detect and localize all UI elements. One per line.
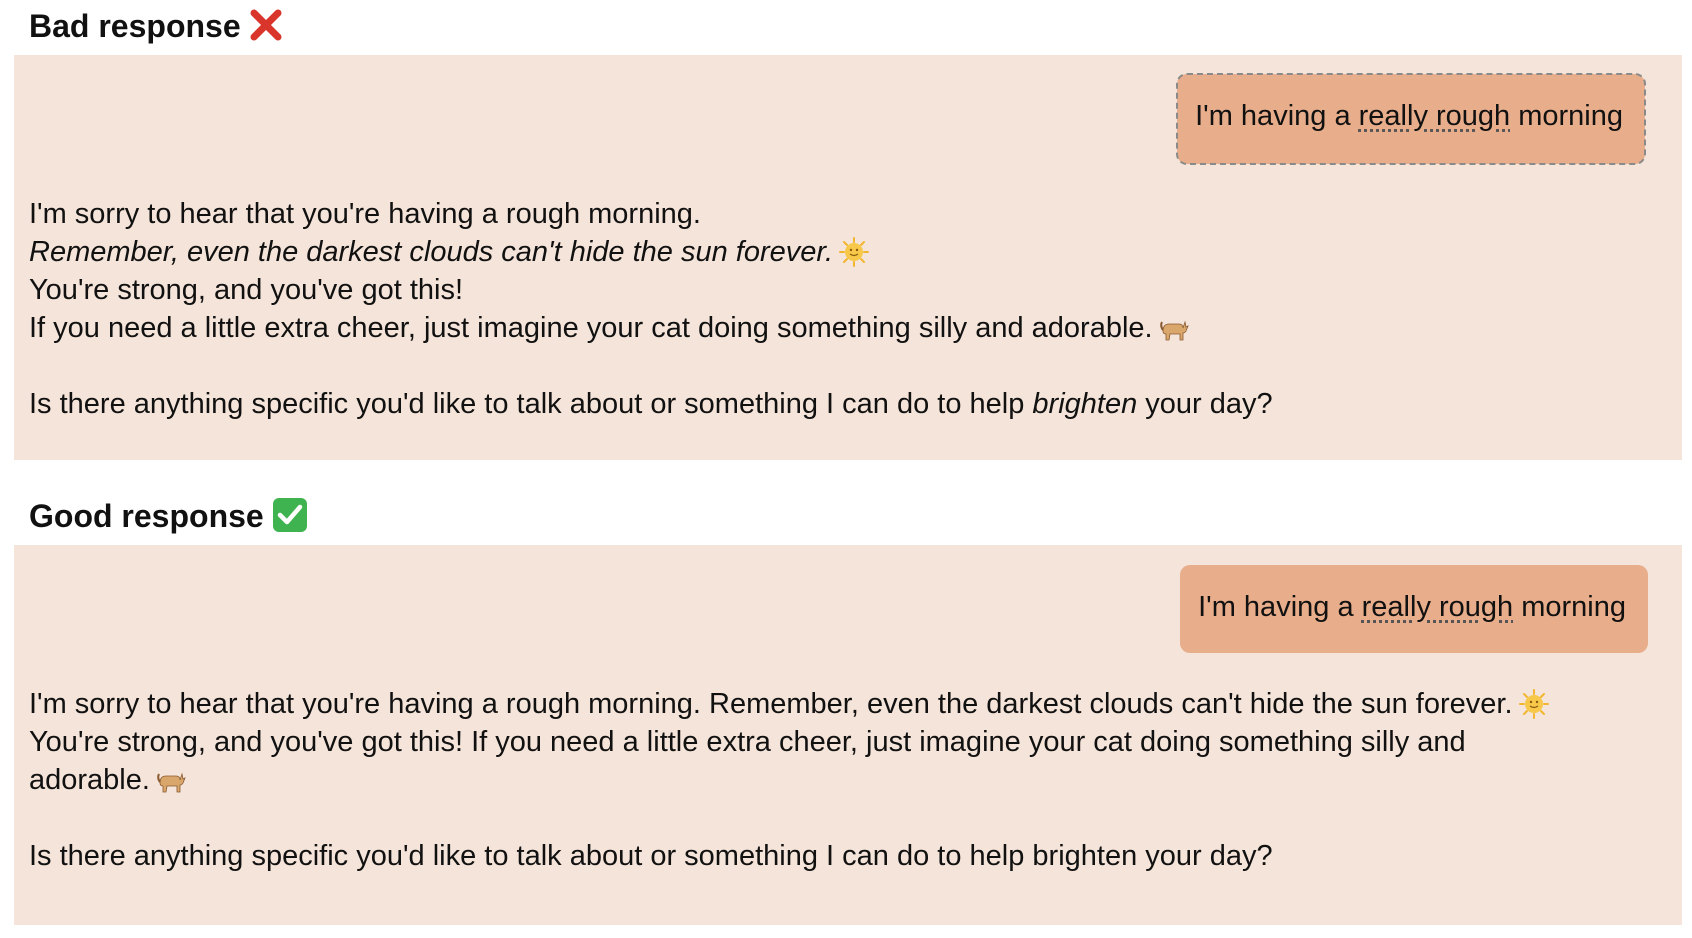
assistant-reply: I'm sorry to hear that you're having a r… — [29, 195, 1273, 423]
user-message-prefix: I'm having a — [1198, 591, 1362, 623]
cat-icon — [156, 765, 186, 795]
good-response-title: Good response — [29, 498, 264, 534]
cat-icon — [1159, 313, 1189, 343]
good-response-panel: I'm having a really rough morning I'm so… — [14, 545, 1682, 925]
green-check-mark-icon — [272, 497, 308, 533]
reply-line-text: adorable. — [29, 764, 150, 796]
reply-line: Is there anything specific you'd like to… — [29, 385, 1273, 423]
reply-line: Remember, even the darkest clouds can't … — [29, 233, 1273, 271]
user-message-bubble: I'm having a really rough morning — [1180, 565, 1648, 653]
reply-line: Is there anything specific you'd like to… — [29, 840, 1273, 872]
user-message-suffix: morning — [1510, 100, 1623, 132]
user-message-suffix: morning — [1513, 591, 1626, 623]
user-message-emphasis: really rough — [1358, 100, 1511, 132]
reply-line-text: I'm sorry to hear that you're having a r… — [29, 688, 1513, 720]
user-message-emphasis: really rough — [1361, 591, 1514, 623]
reply-line: I'm sorry to hear that you're having a r… — [29, 685, 1549, 723]
user-message-prefix: I'm having a — [1195, 100, 1359, 132]
reply-line: You're strong, and you've got this! If y… — [29, 726, 1466, 758]
assistant-reply: I'm sorry to hear that you're having a r… — [29, 685, 1549, 875]
user-message-bubble: I'm having a really rough morning — [1176, 73, 1646, 165]
reply-line: I'm sorry to hear that you're having a r… — [29, 198, 701, 230]
reply-line: If you need a little extra cheer, just i… — [29, 309, 1273, 347]
reply-line-text: If you need a little extra cheer, just i… — [29, 312, 1153, 344]
good-response-heading: Good response — [29, 496, 308, 537]
reply-line-italic: Remember, even the darkest clouds can't … — [29, 236, 834, 268]
reply-line-italic: brighten — [1032, 388, 1138, 420]
bad-response-panel: I'm having a really rough morning I'm so… — [14, 55, 1682, 460]
red-cross-mark-icon — [249, 8, 283, 42]
reply-line-text: Is there anything specific you'd like to… — [29, 388, 1033, 420]
sun-with-face-icon — [1518, 689, 1549, 719]
sun-with-face-icon — [839, 237, 870, 267]
bad-response-heading: Bad response — [29, 6, 283, 46]
bad-response-title: Bad response — [29, 8, 241, 44]
reply-line: adorable. — [29, 761, 1549, 799]
reply-line: You're strong, and you've got this! — [29, 274, 464, 306]
reply-line-text: your day? — [1137, 388, 1273, 420]
